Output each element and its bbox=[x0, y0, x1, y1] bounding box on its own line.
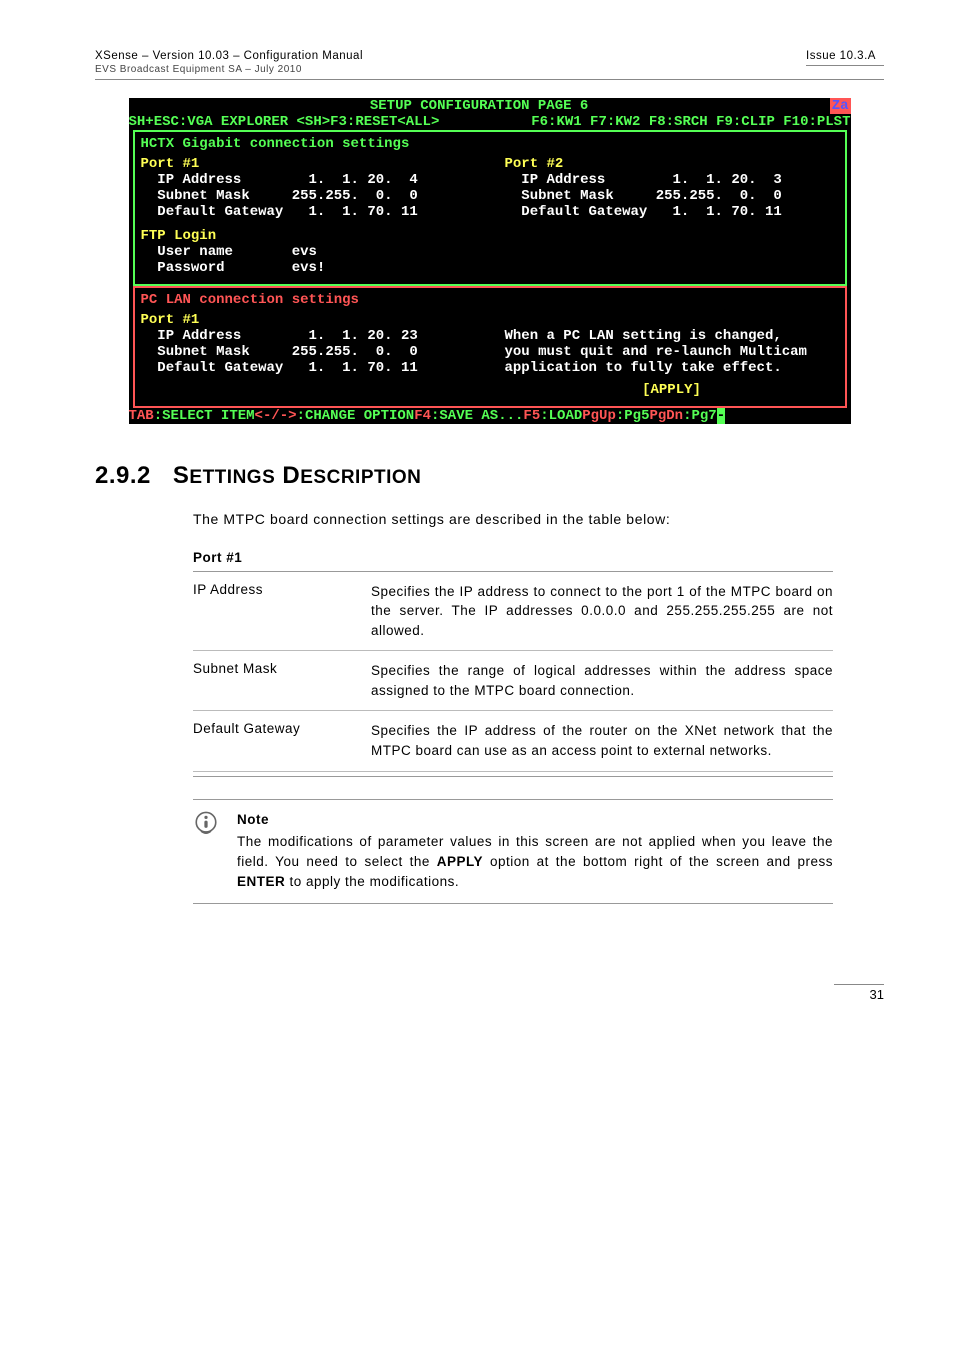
foot-dash: - bbox=[717, 408, 725, 424]
foot-pgup: PgUp bbox=[582, 408, 616, 424]
ftp-header: FTP Login bbox=[141, 228, 839, 244]
foot-save-lbl: :SAVE AS... bbox=[431, 408, 523, 424]
foot-f4: F4 bbox=[414, 408, 431, 424]
section-number: 2.9.2 bbox=[95, 462, 151, 490]
port2-gateway[interactable]: Default Gateway 1. 1. 70. 11 bbox=[505, 204, 839, 220]
section-heading: 2.9.2 SETTINGS DESCRIPTION bbox=[95, 462, 884, 490]
hctx-heading: HCTX Gigabit connection settings bbox=[141, 136, 839, 152]
note-apply-word: APPLY bbox=[437, 854, 483, 869]
page-number: 31 bbox=[834, 984, 884, 1002]
note-text-mid: option at the bottom right of the screen… bbox=[483, 854, 833, 869]
header-rule bbox=[95, 79, 884, 80]
apply-button[interactable]: [APPLY] bbox=[505, 382, 839, 398]
pclan-port1-header: Port #1 bbox=[141, 312, 475, 328]
term-title: SETUP CONFIGURATION PAGE 6 bbox=[129, 98, 830, 114]
term-za-badge: Za bbox=[830, 98, 851, 114]
foot-arrows: <-/-> bbox=[255, 408, 297, 424]
foot-tab-lbl: :SELECT ITEM bbox=[154, 408, 255, 424]
note-body: Note The modifications of parameter valu… bbox=[237, 810, 833, 893]
term-footer: TAB:SELECT ITEM <-/->:CHANGE OPTION F4:S… bbox=[129, 408, 851, 424]
foot-pg7-lbl: :Pg7 bbox=[683, 408, 717, 424]
pclan-ip[interactable]: IP Address 1. 1. 20. 23 bbox=[141, 328, 475, 344]
terminal-screenshot: SETUP CONFIGURATION PAGE 6 Za SH+ESC:VGA… bbox=[129, 98, 851, 424]
page-header: XSense – Version 10.03 – Configuration M… bbox=[95, 50, 884, 75]
note-text-post: to apply the modifications. bbox=[285, 874, 459, 889]
header-title: XSense – Version 10.03 – Configuration M… bbox=[95, 50, 363, 62]
term-fn-right: F6:KW1 F7:KW2 F8:SRCH F9:CLIP F10:PLST bbox=[531, 114, 850, 130]
header-subtitle: EVS Broadcast Equipment SA – July 2010 bbox=[95, 64, 363, 75]
table-caption: Port #1 bbox=[193, 544, 833, 572]
foot-pg5-lbl: :Pg5 bbox=[616, 408, 650, 424]
pclan-mask[interactable]: Subnet Mask 255.255. 0. 0 bbox=[141, 344, 475, 360]
port2-mask[interactable]: Subnet Mask 255.255. 0. 0 bbox=[505, 188, 839, 204]
row-val: Specifies the IP address to connect to t… bbox=[371, 582, 833, 641]
row-val: Specifies the IP address of the router o… bbox=[371, 721, 833, 760]
pclan-note-1: When a PC LAN setting is changed, bbox=[505, 328, 839, 344]
note-block: Note The modifications of parameter valu… bbox=[193, 799, 833, 904]
port2-header: Port #2 bbox=[505, 156, 839, 172]
row-key: IP Address bbox=[193, 582, 363, 641]
table-end-rule bbox=[193, 771, 833, 777]
pclan-gateway[interactable]: Default Gateway 1. 1. 70. 11 bbox=[141, 360, 475, 376]
foot-f5: F5 bbox=[523, 408, 540, 424]
table-row: Default Gateway Specifies the IP address… bbox=[193, 711, 833, 771]
foot-load-lbl: :LOAD bbox=[540, 408, 582, 424]
foot-tab: TAB bbox=[129, 408, 154, 424]
intro-text: The MTPC board connection settings are d… bbox=[193, 510, 884, 530]
port1-ip[interactable]: IP Address 1. 1. 20. 4 bbox=[141, 172, 475, 188]
port1-mask[interactable]: Subnet Mask 255.255. 0. 0 bbox=[141, 188, 475, 204]
term-box-hctx: HCTX Gigabit connection settings Port #1… bbox=[133, 130, 847, 286]
ftp-user[interactable]: User name evs bbox=[141, 244, 839, 260]
port1-gateway[interactable]: Default Gateway 1. 1. 70. 11 bbox=[141, 204, 475, 220]
term-fn-left: SH+ESC:VGA EXPLORER <SH>F3:RESET<ALL> bbox=[129, 114, 440, 130]
section-title: SETTINGS DESCRIPTION bbox=[173, 462, 421, 490]
row-key: Subnet Mask bbox=[193, 661, 363, 700]
note-icon bbox=[193, 810, 219, 893]
pclan-note-2: you must quit and re-launch Multicam bbox=[505, 344, 839, 360]
pclan-note-3: application to fully take effect. bbox=[505, 360, 839, 376]
pclan-heading: PC LAN connection settings bbox=[141, 292, 839, 308]
foot-pgdn: PgDn bbox=[649, 408, 683, 424]
port2-ip[interactable]: IP Address 1. 1. 20. 3 bbox=[505, 172, 839, 188]
term-box-pclan: PC LAN connection settings Port #1 IP Ad… bbox=[133, 286, 847, 408]
settings-table: Port #1 IP Address Specifies the IP addr… bbox=[193, 544, 833, 777]
ftp-pass[interactable]: Password evs! bbox=[141, 260, 839, 276]
table-row: IP Address Specifies the IP address to c… bbox=[193, 572, 833, 652]
table-row: Subnet Mask Specifies the range of logic… bbox=[193, 651, 833, 711]
foot-change-lbl: :CHANGE OPTION bbox=[297, 408, 415, 424]
note-title: Note bbox=[237, 810, 833, 830]
row-val: Specifies the range of logical addresses… bbox=[371, 661, 833, 700]
row-key: Default Gateway bbox=[193, 721, 363, 760]
note-enter-word: ENTER bbox=[237, 874, 285, 889]
header-issue: Issue 10.3.A bbox=[806, 50, 876, 62]
port1-header: Port #1 bbox=[141, 156, 475, 172]
